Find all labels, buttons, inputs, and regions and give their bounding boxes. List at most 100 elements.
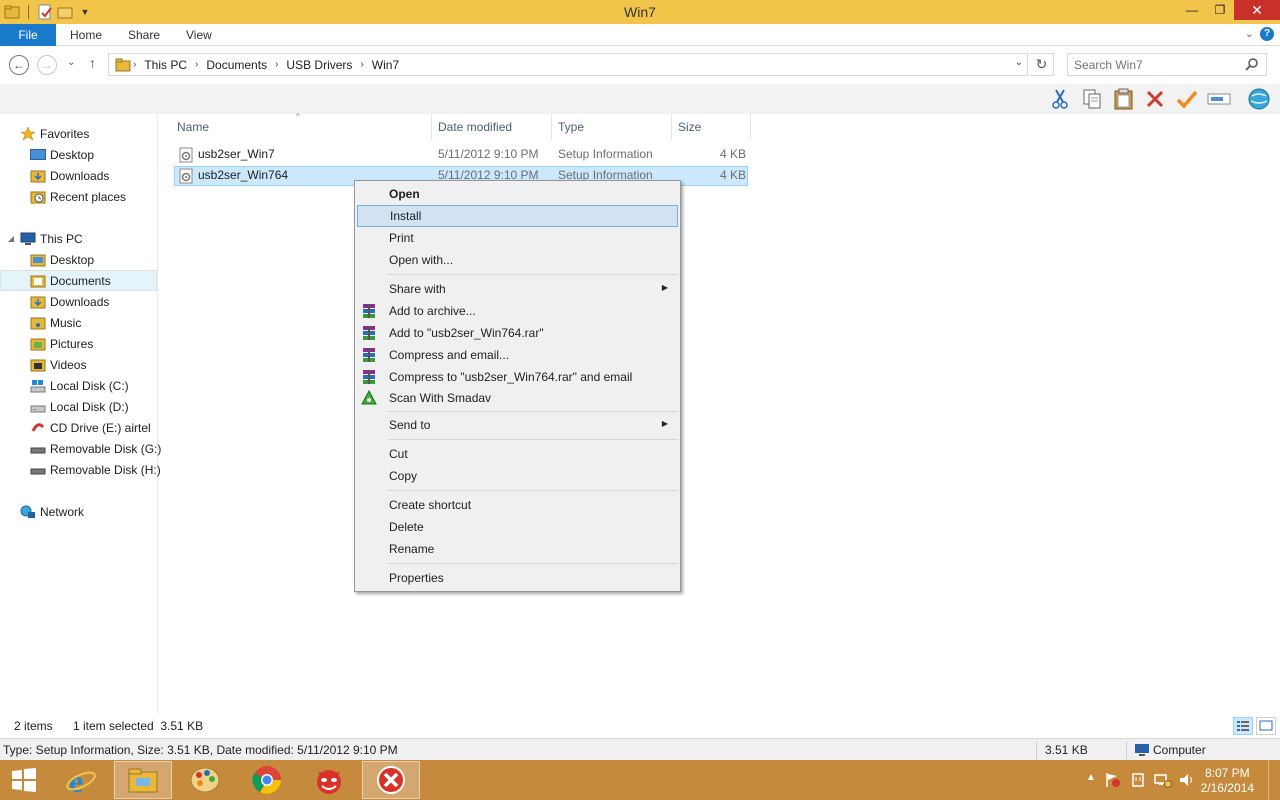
network-status-icon[interactable]	[1154, 772, 1172, 791]
breadcrumb-usb-drivers[interactable]: USB Drivers	[280, 58, 358, 72]
nav-pc-documents[interactable]: Documents	[0, 270, 157, 291]
nav-this-pc[interactable]: ◢ This PC	[0, 228, 157, 249]
rename-icon[interactable]	[1207, 87, 1231, 111]
nav-pc-pictures[interactable]: Pictures	[0, 333, 157, 354]
breadcrumb-this-pc[interactable]: This PC	[138, 58, 193, 72]
window-title: Win7	[624, 4, 656, 20]
taskbar-devil-app[interactable]	[300, 761, 358, 799]
nav-pc-videos[interactable]: Videos	[0, 354, 157, 375]
nav-cd-drive-e[interactable]: CD Drive (E:) airtel	[0, 417, 157, 438]
column-header-type[interactable]: Type	[552, 114, 672, 140]
nav-pc-music[interactable]: Music	[0, 312, 157, 333]
menu-item-delete[interactable]: Delete	[357, 516, 678, 538]
breadcrumb-separator[interactable]: ›	[273, 59, 280, 70]
up-button[interactable]: ↑	[89, 55, 96, 71]
minimize-button[interactable]: —	[1178, 0, 1206, 20]
breadcrumb-documents[interactable]: Documents	[200, 58, 273, 72]
column-header-name[interactable]: Name	[171, 114, 432, 140]
nav-recent-places[interactable]: Recent places	[0, 186, 157, 207]
forward-button[interactable]: →	[37, 55, 57, 75]
back-button[interactable]: ←	[9, 55, 29, 75]
address-bar[interactable]: › This PC › Documents › USB Drivers › Wi…	[108, 53, 1028, 76]
nav-label: Desktop	[50, 147, 95, 162]
menu-item-rename[interactable]: Rename	[357, 538, 678, 560]
menu-separator	[387, 274, 678, 275]
menu-item-properties[interactable]: Properties	[357, 567, 678, 589]
folder-icon	[30, 253, 46, 267]
tab-home[interactable]: Home	[56, 24, 116, 46]
start-button[interactable]	[0, 761, 48, 799]
drive-icon	[30, 379, 46, 393]
volume-icon[interactable]	[1178, 772, 1194, 791]
nav-label: Network	[40, 504, 85, 519]
nav-favorites-desktop[interactable]: Desktop	[0, 144, 157, 165]
taskbar-paint[interactable]	[176, 761, 234, 799]
show-desktop-button[interactable]	[1268, 760, 1280, 800]
taskbar-file-explorer[interactable]	[114, 761, 172, 799]
usb-eject-icon[interactable]	[1130, 772, 1146, 791]
maximize-button[interactable]: ❐	[1206, 0, 1234, 20]
nav-favorites[interactable]: Favorites	[0, 123, 157, 144]
breadcrumb-separator[interactable]: ›	[358, 59, 365, 70]
expand-ribbon-icon[interactable]: ⌄	[1245, 27, 1254, 40]
nav-removable-g[interactable]: Removable Disk (G:)	[0, 438, 161, 459]
cut-icon[interactable]	[1048, 87, 1072, 111]
menu-item-copy[interactable]: Copy	[357, 465, 678, 487]
menu-item-add-to-rar[interactable]: Add to "usb2ser_Win764.rar"	[357, 322, 678, 344]
menu-item-add-to-archive[interactable]: Add to archive...	[357, 300, 678, 322]
menu-item-print[interactable]: Print	[357, 227, 678, 249]
taskbar-internet-explorer[interactable]: e	[52, 761, 110, 799]
menu-item-compress-and-email[interactable]: Compress and email...	[357, 344, 678, 366]
chevron-down-icon[interactable]: ◢	[6, 234, 16, 243]
menu-item-share-with[interactable]: Share with ▶	[357, 278, 678, 300]
breadcrumb-separator[interactable]: ›	[193, 59, 200, 70]
menu-item-install[interactable]: Install	[357, 205, 678, 227]
close-button[interactable]: ✕	[1234, 0, 1280, 20]
system-clock[interactable]: 8:07 PM 2/16/2014	[1201, 766, 1254, 796]
show-hidden-icons-button[interactable]: ▲	[1086, 772, 1096, 783]
nav-network[interactable]: Network	[0, 501, 157, 522]
column-header-date[interactable]: Date modified	[432, 114, 552, 140]
taskbar-error-app[interactable]	[362, 761, 420, 799]
details-bar: Type: Setup Information, Size: 3.51 KB, …	[0, 738, 1280, 760]
check-icon[interactable]	[1175, 87, 1199, 111]
globe-icon[interactable]	[1247, 87, 1271, 111]
copy-icon[interactable]	[1080, 87, 1104, 111]
sort-ascending-icon: ^	[296, 112, 300, 121]
details-view-button[interactable]	[1233, 717, 1253, 735]
breadcrumb-win7[interactable]: Win7	[366, 58, 405, 72]
taskbar-chrome[interactable]	[238, 761, 296, 799]
menu-item-send-to[interactable]: Send to ▶	[357, 414, 678, 436]
tab-share[interactable]: Share	[114, 24, 174, 46]
menu-item-compress-to-rar-and-email[interactable]: Compress to "usb2ser_Win764.rar" and ema…	[357, 366, 678, 388]
menu-item-open-with[interactable]: Open with...	[357, 249, 678, 271]
nav-pc-downloads[interactable]: Downloads	[0, 291, 157, 312]
refresh-button[interactable]: ↻	[1030, 53, 1054, 76]
file-row[interactable]: usb2ser_Win7 5/11/2012 9:10 PM Setup Inf…	[174, 145, 748, 165]
search-input[interactable]	[1074, 57, 1242, 72]
tab-file[interactable]: File	[0, 24, 56, 46]
menu-item-open[interactable]: Open	[357, 183, 678, 205]
recent-locations-button[interactable]: ⌄	[67, 57, 75, 68]
help-icon[interactable]: ?	[1260, 27, 1274, 41]
flag-icon[interactable]	[1104, 772, 1120, 791]
menu-item-create-shortcut[interactable]: Create shortcut	[357, 494, 678, 516]
delete-icon[interactable]	[1143, 87, 1167, 111]
details-view-icon	[1237, 721, 1249, 731]
nav-pc-desktop[interactable]: Desktop	[0, 249, 157, 270]
large-icons-view-button[interactable]	[1256, 717, 1276, 735]
nav-favorites-downloads[interactable]: Downloads	[0, 165, 157, 186]
nav-local-disk-c[interactable]: Local Disk (C:)	[0, 375, 157, 396]
smadav-icon	[361, 389, 377, 406]
nav-removable-h[interactable]: Removable Disk (H:)	[0, 459, 161, 480]
menu-item-cut[interactable]: Cut	[357, 443, 678, 465]
menu-item-scan-smadav[interactable]: Scan With Smadav	[357, 387, 678, 409]
address-dropdown-icon[interactable]: ⌄	[1015, 57, 1023, 68]
search-box[interactable]	[1067, 53, 1267, 76]
nav-local-disk-d[interactable]: Local Disk (D:)	[0, 396, 157, 417]
paste-icon[interactable]	[1112, 87, 1136, 111]
breadcrumb-separator[interactable]: ›	[131, 59, 138, 70]
column-header-size[interactable]: Size	[672, 114, 751, 140]
tab-view[interactable]: View	[172, 24, 226, 46]
search-icon[interactable]	[1245, 57, 1259, 71]
